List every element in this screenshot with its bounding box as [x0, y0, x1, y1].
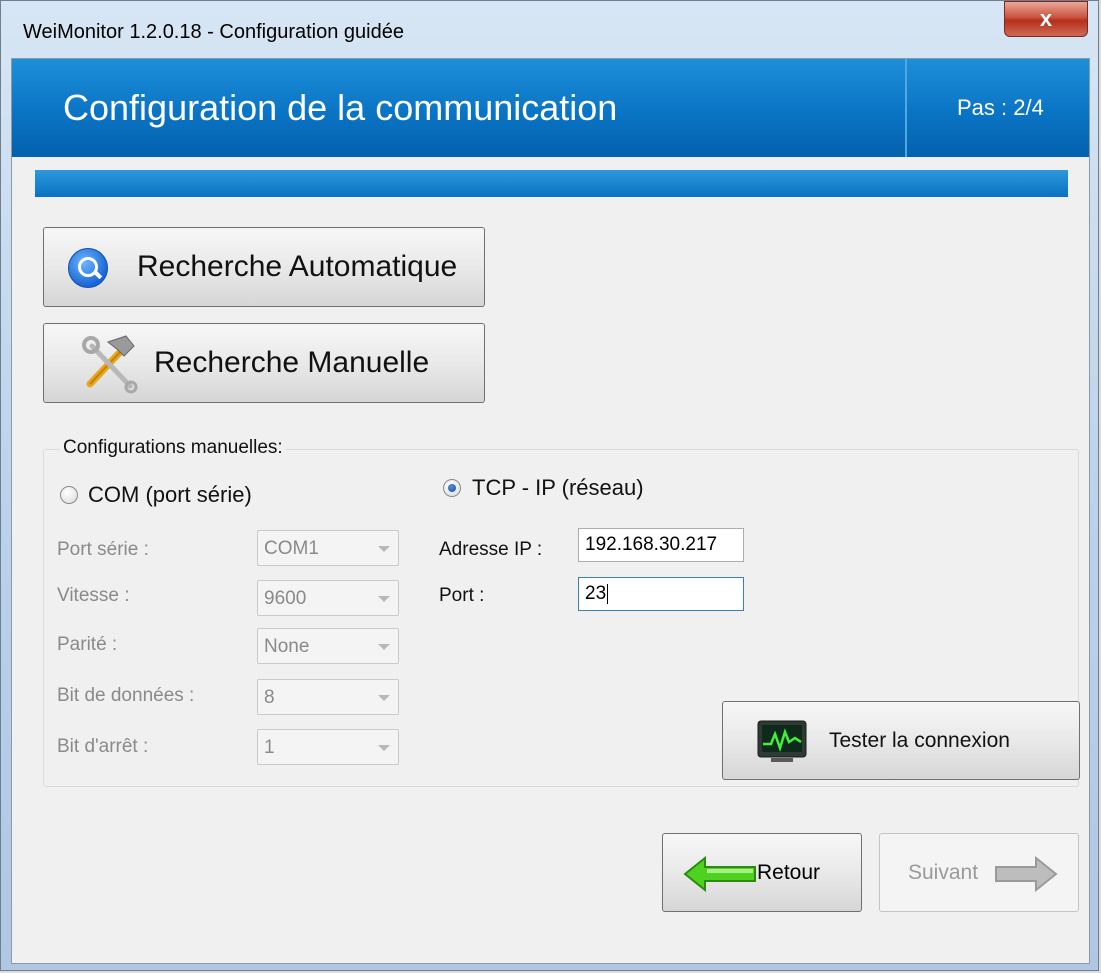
stop-bits-label: Bit d'arrêt : — [57, 736, 149, 757]
wizard-content: Configuration de la communication Pas : … — [11, 58, 1090, 964]
parity-label: Parité : — [57, 634, 118, 655]
chevron-down-icon — [378, 695, 390, 701]
com-radio[interactable] — [60, 486, 78, 504]
monitor-icon — [757, 720, 807, 762]
ip-address-value: 192.168.30.217 — [585, 534, 718, 555]
close-button[interactable]: x — [1004, 1, 1088, 37]
speed-label: Vitesse : — [57, 585, 130, 606]
data-bits-select[interactable]: 8 — [257, 679, 399, 715]
window-title: WeiMonitor 1.2.0.18 - Configuration guid… — [23, 21, 404, 43]
next-button[interactable]: Suivant — [879, 833, 1079, 912]
parity-select[interactable]: None — [257, 628, 399, 664]
back-button[interactable]: Retour — [662, 833, 862, 912]
chevron-down-icon — [378, 745, 390, 751]
speed-value: 9600 — [264, 588, 307, 609]
test-connection-button[interactable]: Tester la connexion — [722, 701, 1080, 780]
data-bits-value: 8 — [264, 687, 275, 708]
chevron-down-icon — [378, 596, 390, 602]
ip-address-input[interactable]: 192.168.30.217 — [578, 528, 744, 562]
wizard-window: WeiMonitor 1.2.0.18 - Configuration guid… — [0, 0, 1099, 971]
manual-config-caption: Configurations manuelles: — [60, 437, 286, 459]
close-icon: x — [1039, 6, 1053, 31]
serial-port-value: COM1 — [264, 538, 319, 559]
port-value: 23 — [585, 583, 607, 604]
tcp-radio[interactable] — [443, 479, 461, 497]
step-indicator: Pas : 2/4 — [957, 95, 1044, 120]
back-label: Retour — [757, 861, 821, 884]
text-caret — [607, 583, 609, 604]
manual-search-button[interactable]: Recherche Manuelle — [43, 323, 485, 403]
tools-icon — [82, 335, 138, 394]
ip-address-label: Adresse IP : — [439, 539, 543, 560]
parity-value: None — [264, 636, 310, 657]
stop-bits-select[interactable]: 1 — [257, 729, 399, 765]
page-title: Configuration de la communication — [63, 87, 618, 128]
test-connection-label: Tester la connexion — [829, 728, 1010, 752]
serial-port-label: Port série : — [57, 539, 149, 560]
serial-port-select[interactable]: COM1 — [257, 530, 399, 566]
tcp-radio-label[interactable]: TCP - IP (réseau) — [472, 475, 644, 501]
arrow-right-icon — [995, 856, 1058, 892]
progress-strip — [35, 170, 1068, 197]
port-label: Port : — [439, 585, 485, 606]
next-label: Suivant — [908, 861, 979, 884]
title-bar[interactable]: WeiMonitor 1.2.0.18 - Configuration guid… — [1, 1, 1098, 59]
banner-divider — [905, 59, 907, 157]
chevron-down-icon — [378, 546, 390, 552]
auto-search-label: Recherche Automatique — [137, 250, 458, 283]
data-bits-label: Bit de données : — [57, 685, 195, 706]
search-icon — [68, 248, 108, 288]
manual-search-label: Recherche Manuelle — [154, 346, 430, 379]
arrow-left-icon — [683, 856, 756, 892]
com-radio-label[interactable]: COM (port série) — [88, 482, 252, 508]
speed-select[interactable]: 9600 — [257, 580, 399, 616]
port-input[interactable]: 23 — [578, 577, 744, 611]
chevron-down-icon — [378, 644, 390, 650]
auto-search-button[interactable]: Recherche Automatique — [43, 227, 485, 307]
header-banner: Configuration de la communication Pas : … — [12, 59, 1089, 157]
stop-bits-value: 1 — [264, 737, 275, 758]
